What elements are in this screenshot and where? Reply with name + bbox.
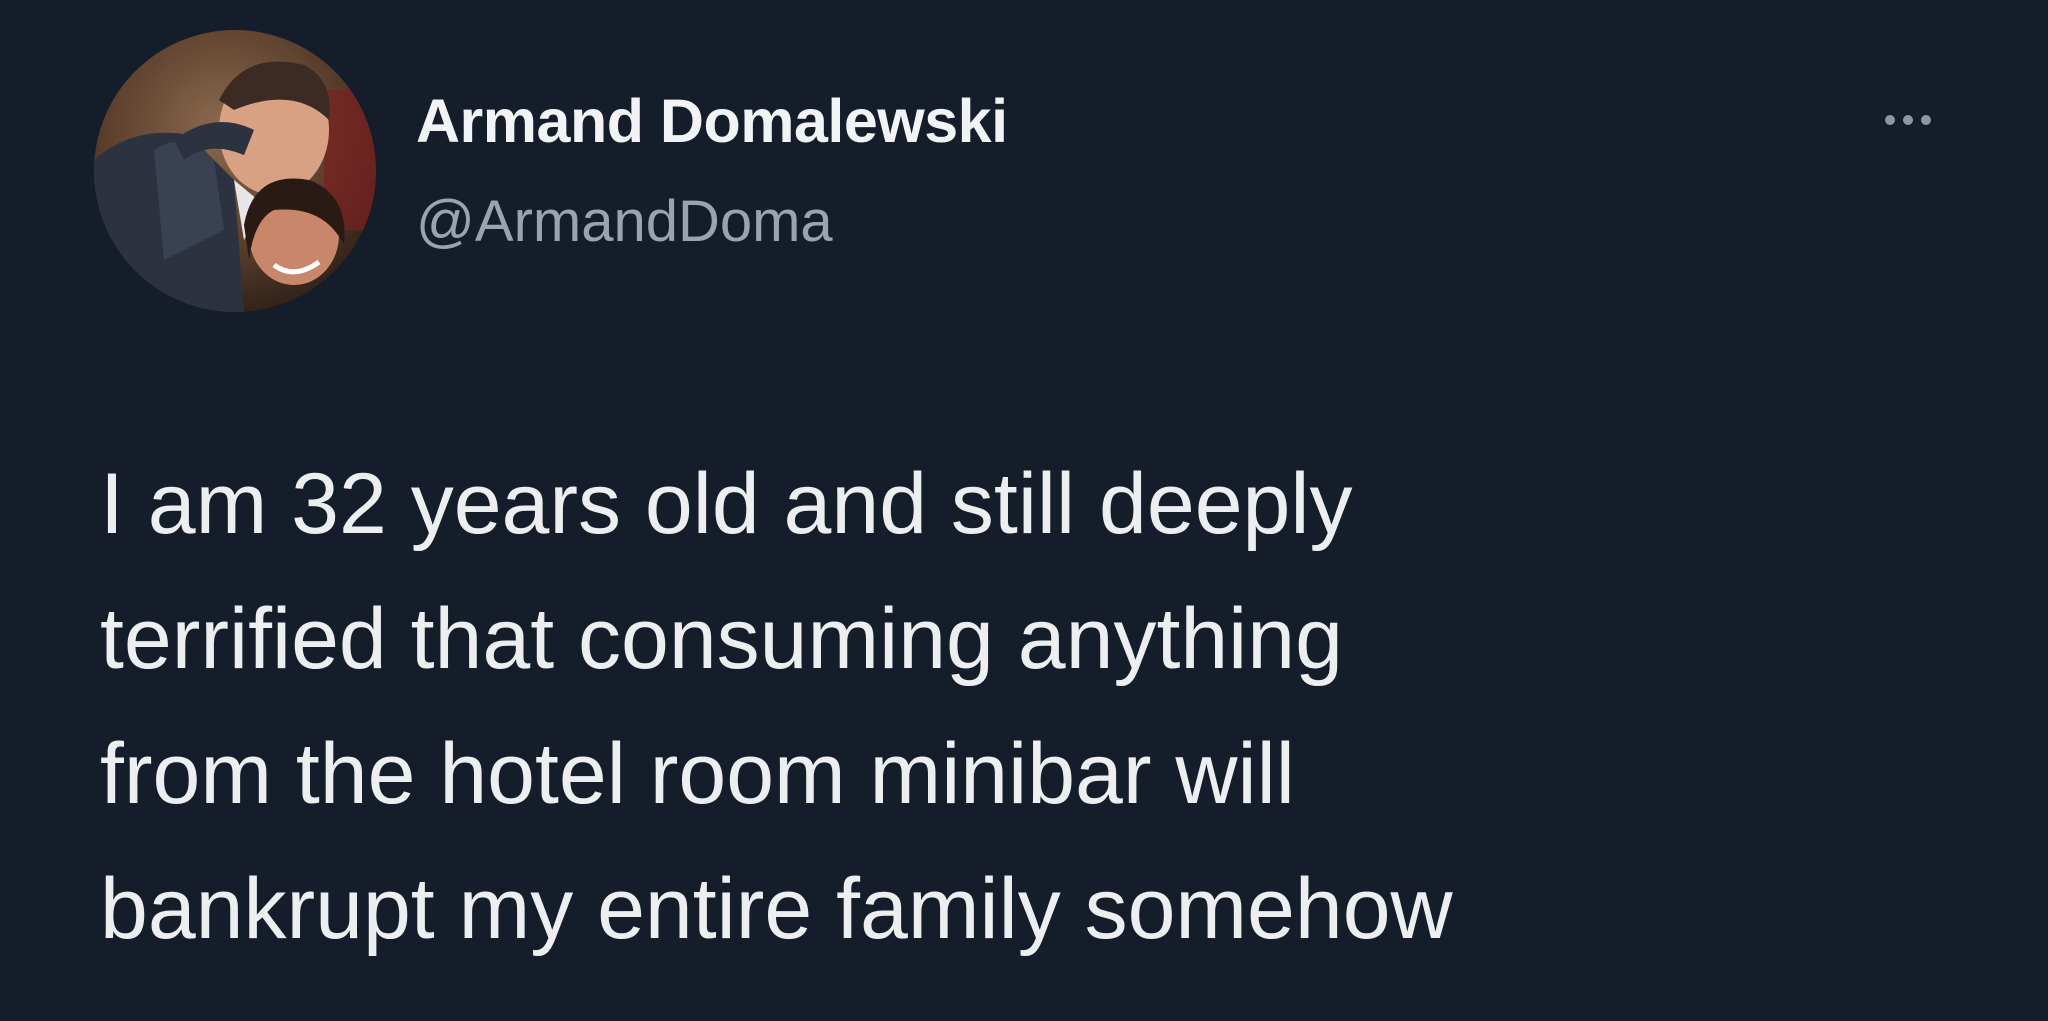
tweet-card: Armand Domalewski @ArmandDoma I am 32 ye… (0, 0, 2048, 1021)
more-dot (1921, 115, 1931, 125)
tweet-text-line: terrified that consuming anything (100, 591, 1343, 687)
tweet-text-line: I am 32 years old and still deeply (100, 456, 1353, 552)
more-dot (1903, 115, 1913, 125)
author-avatar[interactable] (94, 30, 376, 312)
author-handle[interactable]: @ArmandDoma (416, 188, 833, 255)
more-dot (1885, 115, 1895, 125)
tweet-text-line: from the hotel room minibar will (100, 726, 1295, 822)
more-options-icon[interactable] (1868, 100, 1948, 140)
tweet-text: I am 32 years old and still deeply terri… (100, 437, 2000, 977)
profile-photo-icon (94, 30, 376, 312)
tweet-text-line: bankrupt my entire family somehow (100, 861, 1453, 957)
author-display-name[interactable]: Armand Domalewski (416, 86, 1008, 156)
